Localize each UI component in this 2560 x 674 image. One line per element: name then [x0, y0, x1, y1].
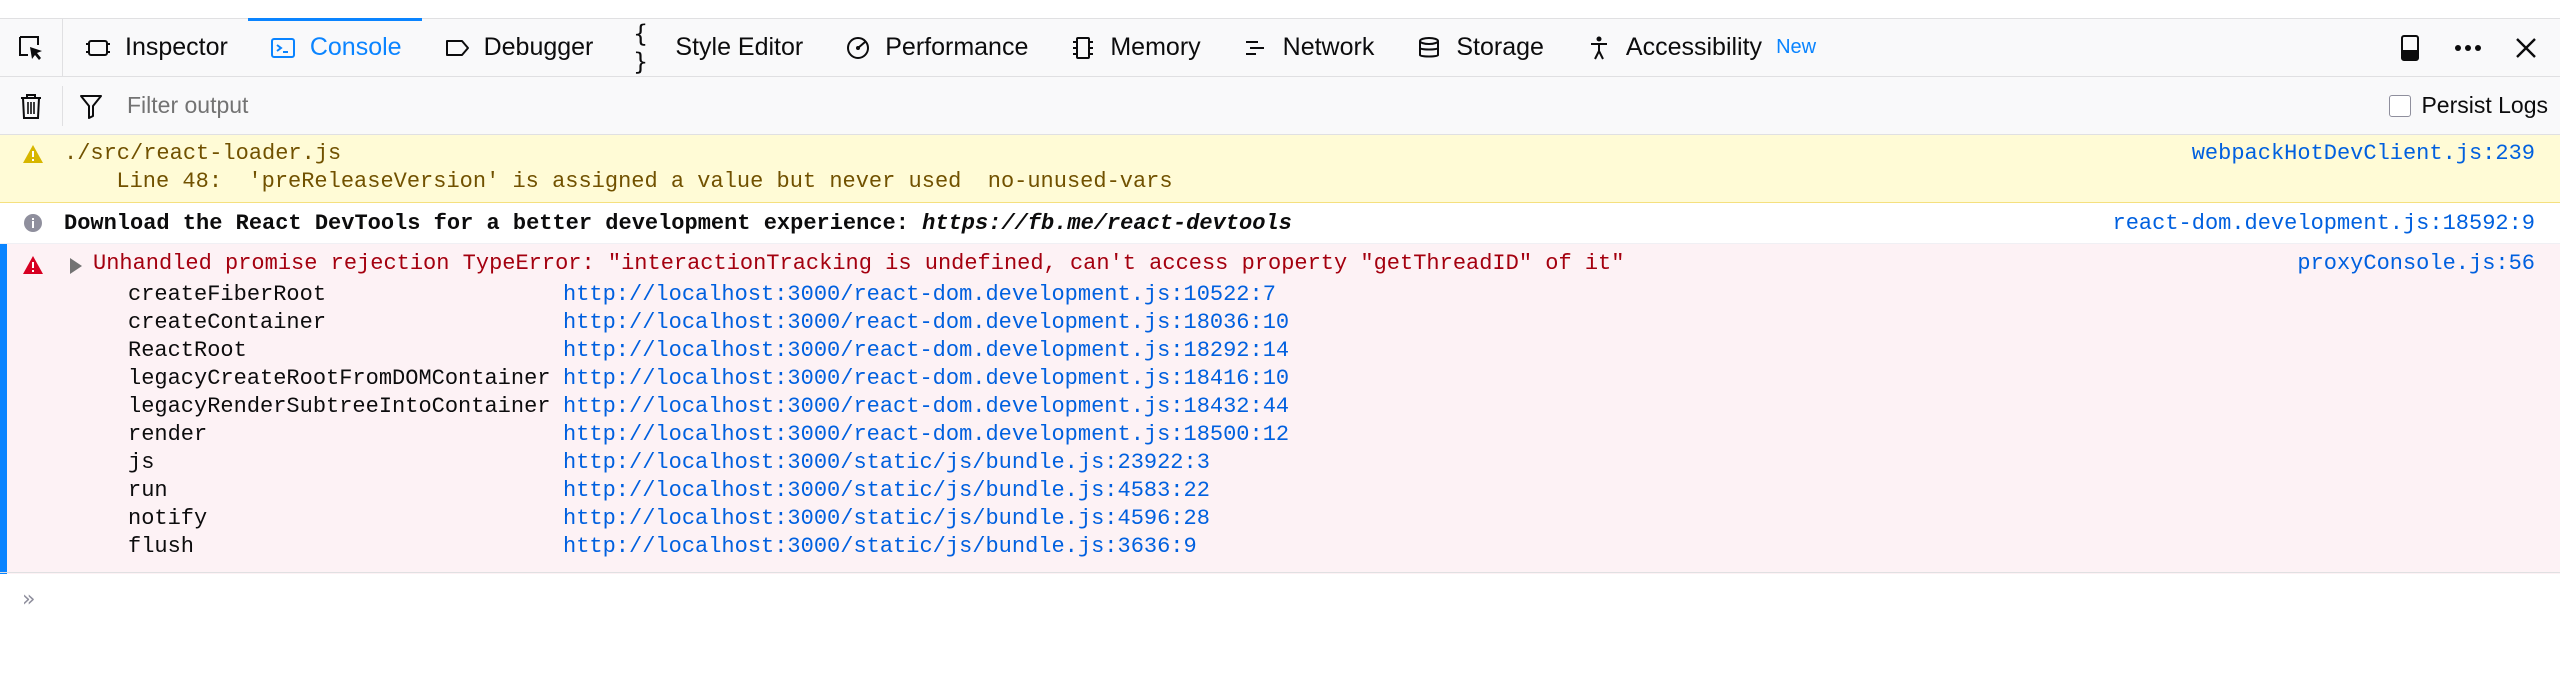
info-icon [22, 212, 44, 234]
warning-icon [22, 143, 44, 165]
error-icon [22, 254, 44, 276]
persist-logs-checkbox[interactable] [2389, 94, 2412, 117]
frame-function: createFiberRoot [128, 282, 327, 307]
inspector-icon [83, 33, 113, 63]
frame-function: js [128, 450, 155, 475]
frame-function: run [128, 478, 168, 503]
tab-label: Console [309, 33, 402, 61]
frame-location-link[interactable]: http://localhost:3000/static/js/bundle.j… [563, 534, 1197, 562]
element-picker-icon [19, 35, 42, 60]
tool-tabs: Inspector Console Debugger { } Style Edi… [63, 18, 1836, 76]
clear-console-button[interactable] [0, 85, 63, 126]
tab-label: Performance [885, 33, 1029, 61]
console-input[interactable]: » [0, 572, 2560, 623]
frame-location-link[interactable]: http://localhost:3000/static/js/bundle.j… [563, 478, 1210, 506]
frame-function: flush [128, 534, 195, 559]
close-icon [2516, 37, 2536, 58]
filter-output-input[interactable] [119, 92, 1935, 119]
warning-detail: Line 48: 'preReleaseVersion' is assigned… [90, 169, 1173, 194]
tab-memory[interactable]: Memory [1048, 19, 1220, 76]
dock-button[interactable] [2392, 30, 2428, 66]
frame-location-link[interactable]: http://localhost:3000/react-dom.developm… [563, 422, 1289, 450]
stack-frame: flush http://localhost:3000/static/js/bun… [128, 534, 1289, 562]
close-devtools-button[interactable] [2508, 30, 2544, 66]
devtools-link[interactable]: https://fb.me/react-devtools [922, 211, 1292, 236]
console-output: ./src/react-loader.js Line 48: 'preRelea… [0, 135, 2560, 574]
frame-location-link[interactable]: http://localhost:3000/react-dom.developm… [563, 366, 1289, 394]
persist-logs-toggle[interactable]: Persist Logs [2389, 92, 2548, 119]
frame-location-link[interactable]: http://localhost:3000/static/js/bundle.j… [563, 506, 1210, 534]
element-picker-button[interactable] [0, 19, 63, 76]
style-editor-icon: { } [633, 19, 648, 76]
info-text: Download the React DevTools for a better… [64, 211, 1292, 236]
accessibility-icon [1584, 33, 1614, 63]
tab-label: Style Editor [675, 33, 804, 61]
frame-function: ReactRoot [128, 338, 247, 363]
frame-function: notify [128, 506, 208, 531]
toolbar-controls [2392, 19, 2560, 76]
tab-label: Accessibility [1625, 33, 1763, 61]
info-message-text: Download the React DevTools for a better… [64, 211, 923, 236]
tab-label: Network [1282, 33, 1375, 61]
memory-icon [1068, 33, 1098, 63]
window-top-edge [0, 0, 2560, 19]
trash-icon [21, 93, 41, 119]
frame-function: legacyCreateRootFromDOMContainer [128, 366, 551, 391]
frame-location-link[interactable]: http://localhost:3000/react-dom.developm… [563, 338, 1289, 366]
tab-performance[interactable]: Performance [823, 19, 1048, 76]
new-badge: New [1776, 36, 1817, 58]
stacktrace: createFiberRoot http://localhost:3000/rea… [128, 282, 1289, 562]
stack-frame: run http://localhost:3000/static/js/bundl… [128, 478, 1289, 506]
stack-frame: createContainer http://localhost:3000/rea… [128, 310, 1289, 338]
warning-source-link[interactable]: webpackHotDevClient.js:239 [2192, 141, 2535, 166]
stack-frame: render http://localhost:3000/react-dom.de… [128, 422, 1289, 450]
tab-debugger[interactable]: Debugger [422, 19, 614, 76]
frame-location-link[interactable]: http://localhost:3000/static/js/bundle.j… [563, 450, 1210, 478]
tab-console[interactable]: Console [247, 18, 422, 76]
error-text: Unhandled promise rejection TypeError: "… [93, 251, 1625, 276]
expand-stacktrace-twisty[interactable] [70, 258, 82, 274]
info-source-link[interactable]: react-dom.development.js:18592:9 [2113, 211, 2535, 236]
tab-label: Debugger [483, 33, 594, 61]
tab-storage[interactable]: Storage [1394, 19, 1564, 76]
error-source-link[interactable]: proxyConsole.js:56 [2297, 251, 2535, 276]
stack-frame: createFiberRoot http://localhost:3000/rea… [128, 282, 1289, 310]
console-filter-bar: Persist Logs [0, 77, 2560, 135]
console-icon [268, 33, 298, 63]
storage-icon [1414, 33, 1444, 63]
frame-function: legacyRenderSubtreeIntoContainer [128, 394, 551, 419]
tab-style-editor[interactable]: { } Style Editor [613, 19, 823, 76]
chevron-right-icon: » [22, 587, 36, 612]
frame-function: createContainer [128, 310, 327, 335]
frame-location-link[interactable]: http://localhost:3000/react-dom.developm… [563, 394, 1289, 422]
tab-network[interactable]: Network [1221, 19, 1395, 76]
stack-frame: notify http://localhost:3000/static/js/bu… [128, 506, 1289, 534]
stack-frame: legacyCreateRootFromDOMContainer http://l… [128, 366, 1289, 394]
info-message: Download the React DevTools for a better… [0, 203, 2560, 244]
meatball-menu-icon [2455, 44, 2481, 51]
debugger-icon [442, 33, 472, 63]
dock-icon [2401, 34, 2419, 61]
tab-label: Inspector [125, 33, 228, 61]
error-message: Unhandled promise rejection TypeError: "… [0, 244, 2560, 574]
tab-inspector[interactable]: Inspector [63, 19, 248, 76]
tab-accessibility[interactable]: Accessibility New [1564, 19, 1836, 76]
performance-icon [843, 33, 873, 63]
frame-location-link[interactable]: http://localhost:3000/react-dom.developm… [563, 310, 1289, 338]
stack-frame: legacyRenderSubtreeIntoContainer http://l… [128, 394, 1289, 422]
warning-message: ./src/react-loader.js Line 48: 'preRelea… [0, 135, 2560, 203]
frame-location-link[interactable]: http://localhost:3000/react-dom.developm… [563, 282, 1276, 310]
more-options-button[interactable] [2450, 30, 2486, 66]
stack-frame: ReactRoot http://localhost:3000/react-dom… [128, 338, 1289, 366]
filter-toggle-button[interactable] [63, 92, 119, 120]
funnel-icon [80, 94, 102, 119]
warning-file: ./src/react-loader.js [64, 141, 342, 166]
frame-function: render [128, 422, 208, 447]
network-icon [1241, 33, 1271, 63]
tab-label: Memory [1110, 33, 1201, 61]
stack-frame: js http://localhost:3000/static/js/bundle… [128, 450, 1289, 478]
devtools-toolbar: Inspector Console Debugger { } Style Edi… [0, 18, 2560, 77]
persist-logs-label: Persist Logs [2421, 92, 2548, 118]
tab-label: Storage [1456, 33, 1544, 61]
